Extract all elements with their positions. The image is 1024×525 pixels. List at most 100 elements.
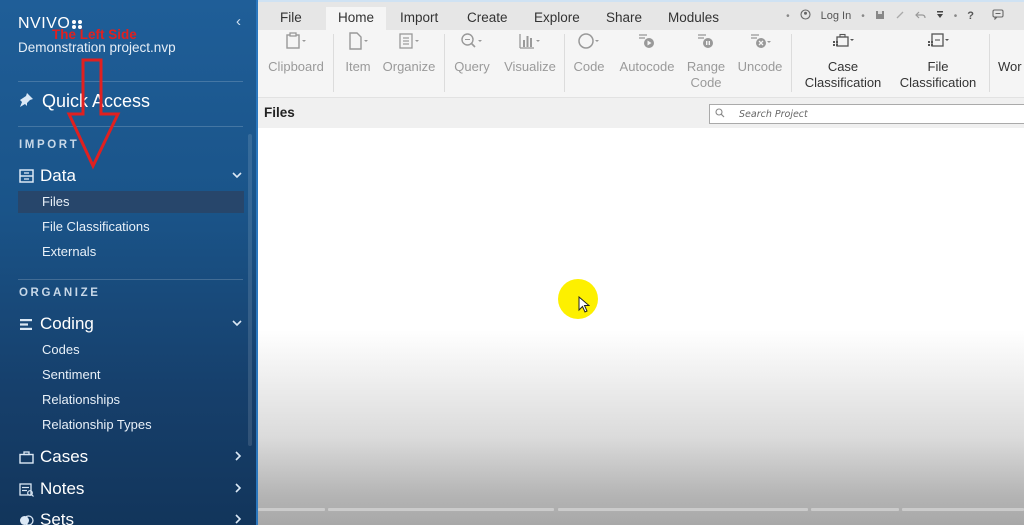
sets-icon [18,512,34,525]
main-area: File Home Import Create Explore Share Mo… [258,0,1024,525]
section-label-organize: ORGANIZE [19,287,101,299]
item-button[interactable]: Item [341,32,375,75]
ribbon-tab-bar: File Home Import Create Explore Share Mo… [258,0,1024,32]
mouse-cursor-icon [578,296,590,313]
video-progress-segment [558,508,808,511]
tab-home[interactable]: Home [326,7,387,32]
list-clipboard-icon [380,32,438,56]
separator-dot: • [953,10,958,22]
nav-group-notes[interactable]: Notes [18,479,246,499]
autocode-button[interactable]: Autocode [616,32,678,75]
button-label: Uncode [737,59,783,74]
save-icon[interactable] [875,10,885,23]
button-label-line2: Classification [804,75,882,90]
help-button[interactable]: ? [967,10,974,22]
ribbon-separator [564,34,565,92]
sidebar-item-file-classifications[interactable]: File Classifications [18,216,244,238]
button-label: Clipboard [268,59,324,74]
sidebar-item-relationships[interactable]: Relationships [18,389,244,411]
nav-group-label: Cases [40,447,89,466]
button-label: Code [573,59,605,74]
feedback-icon[interactable] [992,9,1004,23]
workspace-icon [998,32,1024,56]
sidebar-scrollbar[interactable] [248,134,252,446]
video-progress-segment [902,508,1024,511]
uncode-icon [735,32,785,56]
button-label-line2: Code [690,75,722,90]
nav-group-coding[interactable]: Coding [18,314,246,334]
project-name: Demonstration project.nvp [18,40,176,55]
coding-lines-icon [18,316,34,332]
separator-dot: • [861,10,865,22]
customize-toolbar-icon[interactable] [936,10,944,23]
search-project-input[interactable] [739,108,1019,120]
ribbon-separator [333,34,334,92]
tab-import[interactable]: Import [388,7,450,32]
range-code-icon [684,32,728,56]
search-icon [715,107,729,121]
sidebar-item-sentiment[interactable]: Sentiment [18,364,244,386]
nav-group-sets[interactable]: Sets [18,510,246,525]
ribbon-separator [791,34,792,92]
data-drawer-icon [18,168,34,184]
query-button[interactable]: Query [452,32,492,75]
files-list-area[interactable] [258,128,1024,525]
document-icon [341,32,375,56]
chevron-right-icon [235,482,242,496]
clipboard-icon [267,32,325,56]
case-classification-button[interactable]: Case Classification [800,32,886,91]
chevron-down-icon [232,318,242,330]
video-progress-segment [811,508,899,511]
button-label: Visualize [504,59,556,74]
tab-modules[interactable]: Modules [656,7,731,32]
tab-share[interactable]: Share [594,7,654,32]
button-label: Query [454,59,490,74]
separator-dot: • [786,10,790,22]
divider [18,279,243,280]
visualize-button[interactable]: Visualize [502,32,558,75]
notes-icon [18,481,34,497]
nav-group-data[interactable]: Data [18,166,246,186]
annotation-arrow-icon [66,58,121,170]
search-project-field[interactable] [709,104,1024,124]
tab-create[interactable]: Create [455,7,520,32]
code-button[interactable]: Code [571,32,607,75]
nav-group-cases[interactable]: Cases [18,447,246,467]
navigation-sidebar: NVIVO ‹ Demonstration project.nvp Quick … [0,0,258,525]
sidebar-item-files[interactable]: Files [18,191,244,213]
nav-group-label: Coding [40,314,94,333]
sidebar-item-codes[interactable]: Codes [18,339,244,361]
workspace-button[interactable]: Wor [998,32,1024,75]
user-icon[interactable] [800,9,811,23]
sidebar-item-externals[interactable]: Externals [18,241,244,263]
autocode-icon [616,32,678,56]
sidebar-item-relationship-types[interactable]: Relationship Types [18,414,244,436]
file-classification-button[interactable]: File Classification [895,32,981,91]
edit-icon[interactable] [895,10,905,23]
range-code-button[interactable]: Range Code [684,32,728,91]
tab-file[interactable]: File [268,7,314,32]
uncode-button[interactable]: Uncode [735,32,785,75]
ribbon-toolbar: Clipboard Item Organize Query Visualize … [258,30,1024,98]
tab-explore[interactable]: Explore [522,7,592,32]
button-label: Autocode [619,59,675,74]
title-bar-actions: • Log In • • ? [786,9,1004,23]
button-label-line1: Range [686,59,726,74]
case-classification-icon [800,32,886,56]
button-label: Item [345,59,371,74]
annotation-label: The Left Side [52,27,137,42]
organize-button[interactable]: Organize [380,32,438,75]
ribbon-separator [989,34,990,92]
divider [18,81,243,82]
login-link[interactable]: Log In [821,10,852,22]
pin-icon [18,92,34,111]
undo-icon[interactable] [914,10,926,23]
nav-group-label: Sets [40,510,75,525]
nav-group-label: Notes [40,479,85,498]
button-label: Organize [382,59,436,74]
briefcase-icon [18,449,34,465]
bar-chart-icon [502,32,558,56]
clipboard-button[interactable]: Clipboard [267,32,325,75]
collapse-sidebar-button[interactable]: ‹ [236,13,241,30]
circle-icon [571,32,607,56]
